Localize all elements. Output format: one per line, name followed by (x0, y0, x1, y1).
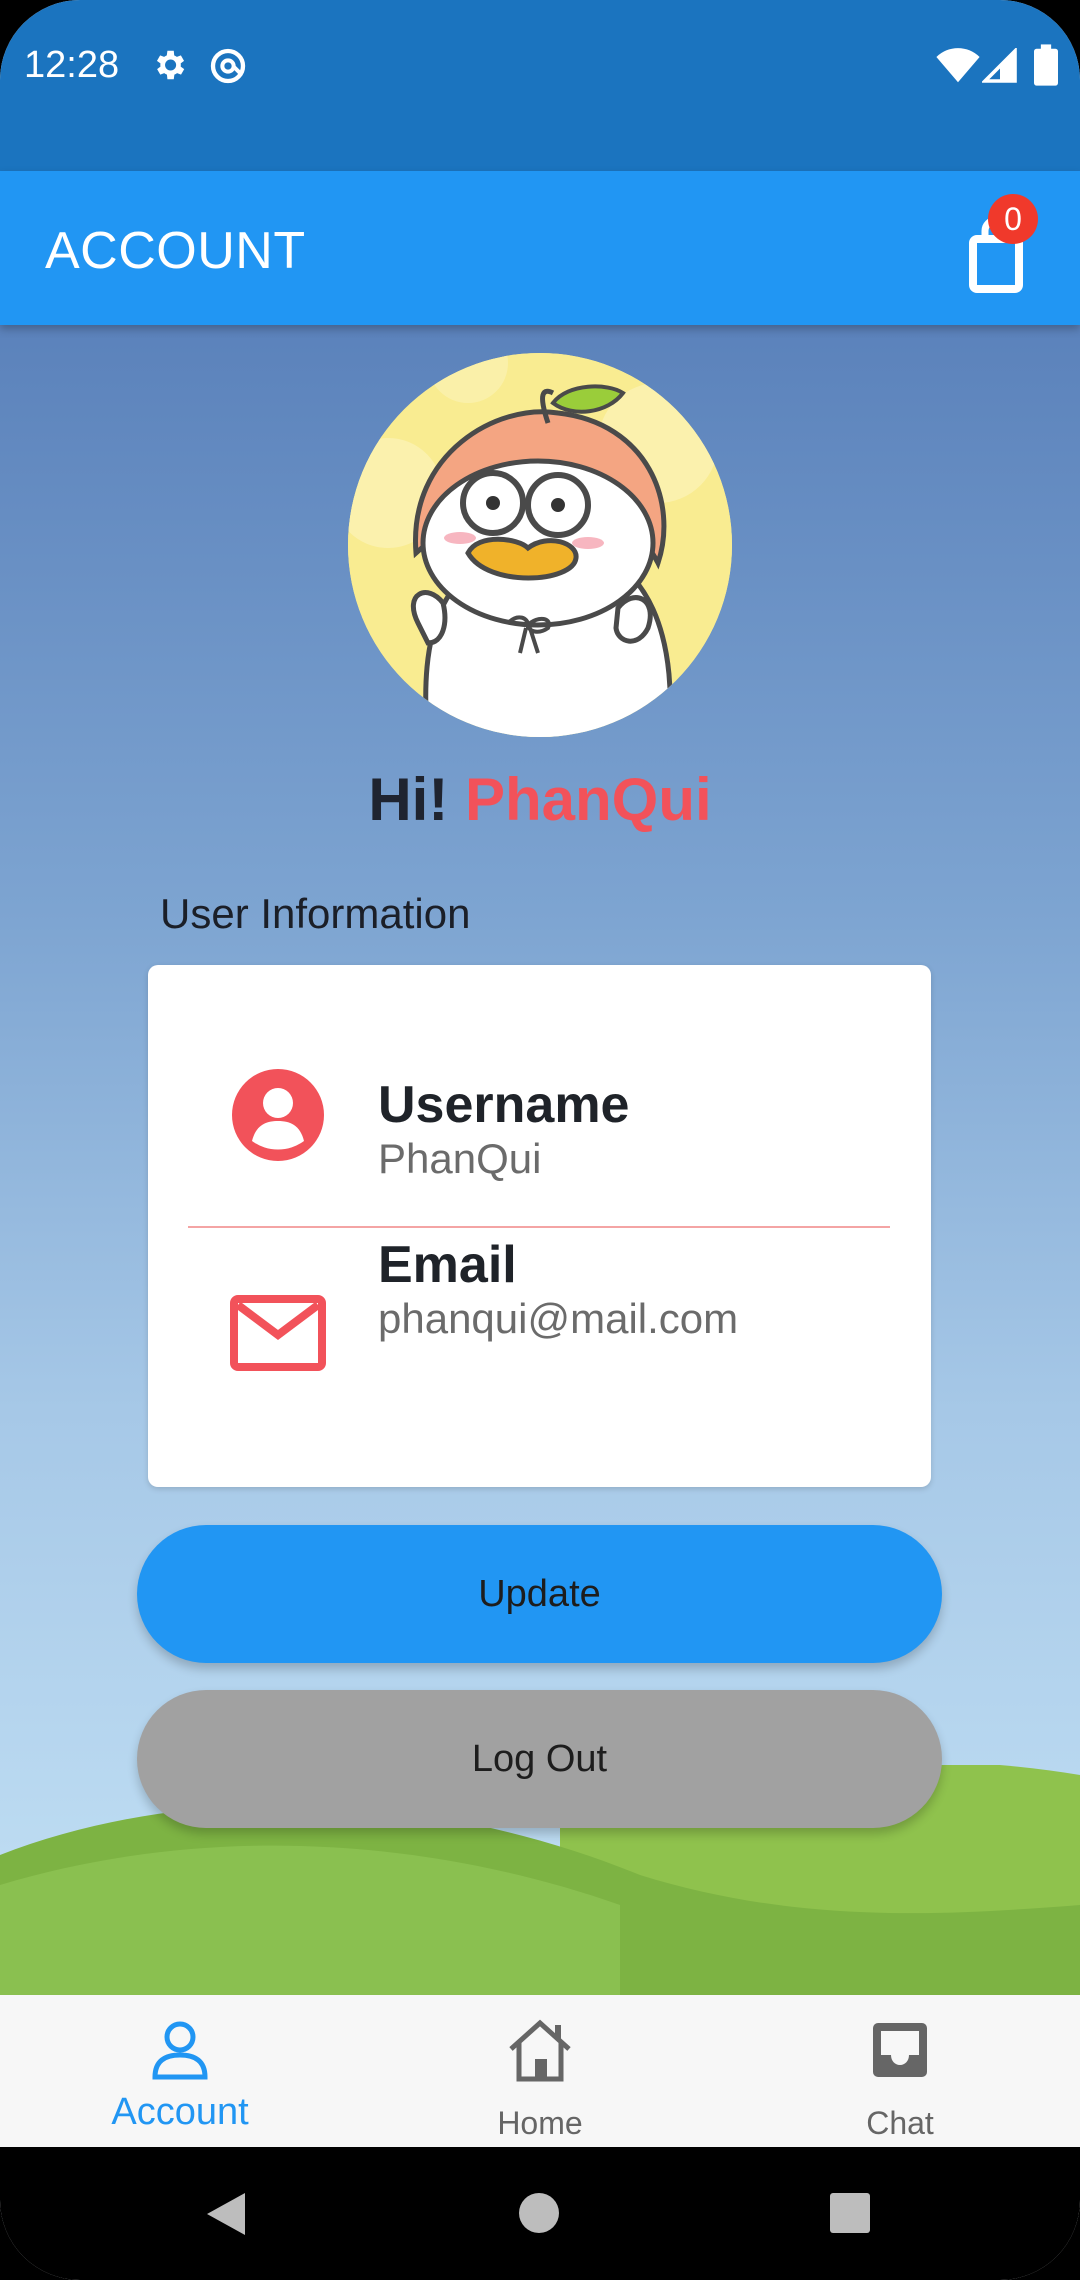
home-circle-icon[interactable] (518, 2192, 560, 2234)
at-sign-icon (210, 48, 246, 84)
nav-item-home[interactable]: Home (360, 1995, 720, 2147)
greeting-prefix: Hi! (368, 766, 449, 833)
divider (188, 1226, 890, 1228)
email-value: phanqui@mail.com (378, 1295, 739, 1342)
nav-item-chat[interactable]: Chat (720, 1995, 1080, 2147)
nav-label-account: Account (111, 2091, 249, 2133)
duck-avatar-illustration (348, 353, 732, 737)
avatar (348, 353, 732, 737)
bottom-navigation: Account Home Chat (0, 1995, 1080, 2147)
person-icon (232, 1069, 324, 1161)
inbox-icon (873, 2023, 927, 2077)
person-outline-icon (152, 2021, 208, 2080)
account-content: Hi! PhanQui User Information Username Ph… (0, 325, 1080, 1995)
battery-icon (1034, 44, 1058, 86)
system-navigation-bar (0, 2147, 1080, 2280)
nav-label-home: Home (497, 2105, 583, 2141)
update-button[interactable]: Update (137, 1525, 942, 1663)
user-info-card: Username PhanQui Email phanqui@mail.com (148, 965, 931, 1487)
back-icon[interactable] (205, 2191, 247, 2237)
username-value: PhanQui (378, 1135, 542, 1182)
page-title: ACCOUNT (45, 222, 306, 280)
mail-icon (230, 1295, 326, 1371)
nav-item-account[interactable]: Account (0, 1995, 360, 2147)
user-information-heading: User Information (160, 890, 471, 937)
greeting: Hi! PhanQui (0, 765, 1080, 834)
greeting-name: PhanQui (464, 766, 712, 833)
logout-button[interactable]: Log Out (137, 1690, 942, 1828)
status-time: 12:28 (24, 44, 120, 86)
status-bar: 12:28 (0, 0, 1080, 171)
email-row: Email phanqui@mail.com (148, 1236, 931, 1445)
username-label: Username (378, 1076, 630, 1134)
screen: 12:28 ACCOUNT 0 Hi! PhanQui User Informa… (0, 0, 1080, 2280)
recents-icon[interactable] (830, 2193, 870, 2233)
nav-label-chat: Chat (866, 2105, 934, 2141)
app-bar: ACCOUNT (0, 171, 1080, 325)
home-icon (509, 2019, 571, 2082)
wifi-icon (936, 48, 980, 83)
settings-icon (156, 50, 185, 80)
cart-count-badge: 0 (988, 194, 1038, 244)
signal-icon (982, 48, 1017, 83)
username-row: Username PhanQui (148, 1025, 931, 1225)
email-label: Email (378, 1236, 517, 1294)
